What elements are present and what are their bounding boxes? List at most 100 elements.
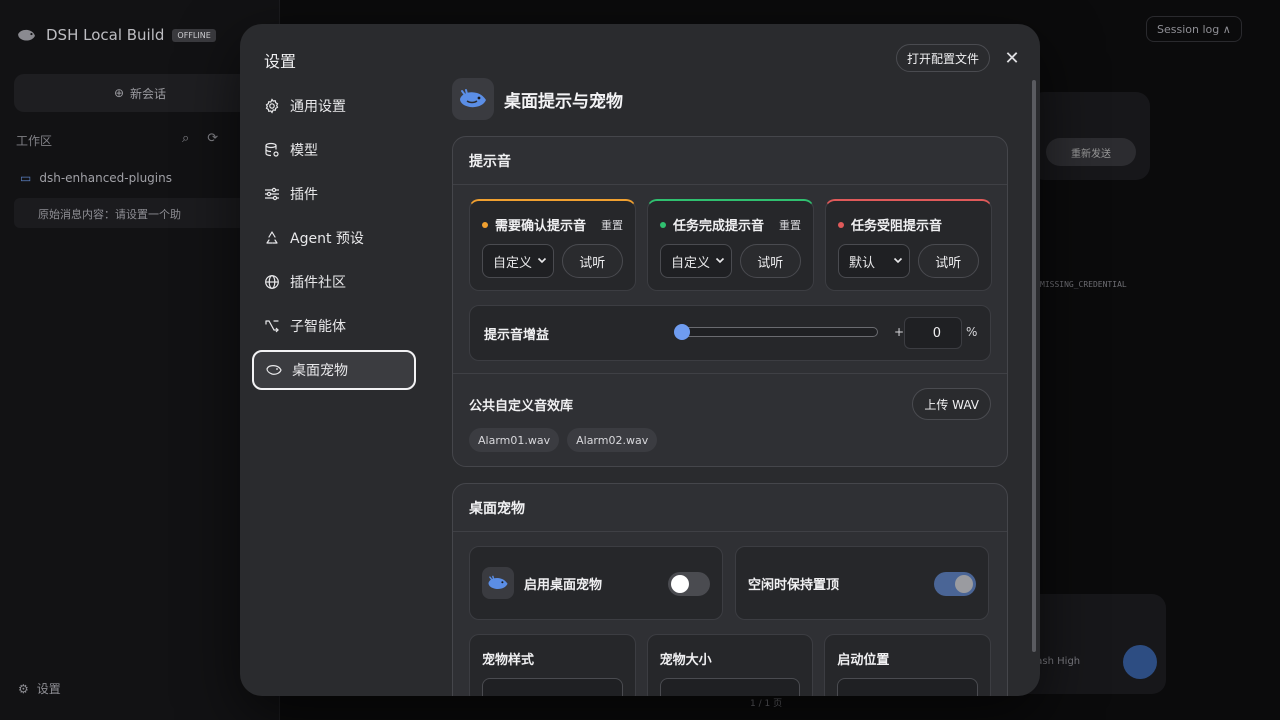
- page-title: 桌面提示与宠物: [504, 91, 623, 112]
- bg-new-chat-button: ⊕ 新会话: [14, 74, 266, 112]
- bg-credential-text: MISSING_CREDENTIAL: [1040, 280, 1127, 289]
- sound-card-blocked: 任务受阻提示音 默认 试听: [825, 199, 992, 291]
- pet-position-select[interactable]: [837, 678, 979, 696]
- nav-item-model[interactable]: 模型: [252, 130, 416, 170]
- recycle-icon: [264, 230, 280, 246]
- sound-select-value: 自定义: [493, 255, 533, 271]
- status-dot: [660, 221, 666, 228]
- bg-brand-name: DSH Local Build: [46, 26, 165, 44]
- sound-select[interactable]: 默认: [838, 244, 910, 278]
- sound-card-complete: 任务完成提示音 重置 自定义 试听: [647, 199, 814, 291]
- nav-item-agent-preset[interactable]: Agent 预设: [252, 218, 416, 258]
- keep-top-label: 空闲时保持置顶: [748, 577, 840, 593]
- whale-logo-icon: [482, 567, 514, 599]
- pet-option-label: 宠物大小: [659, 653, 712, 668]
- pet-section: 桌面宠物 启用桌面宠物 空闲时保持置顶 宠物样式 宠物大小 启动位置: [452, 483, 1008, 696]
- bg-new-chat-label: 新会话: [130, 86, 167, 101]
- enable-pet-card: 启用桌面宠物: [469, 546, 723, 620]
- chevron-down-icon: [715, 257, 724, 264]
- sound-file-chip[interactable]: Alarm01.wav: [469, 428, 560, 452]
- listen-button[interactable]: 试听: [739, 244, 801, 278]
- gear-icon: ⚙: [18, 681, 29, 696]
- search-icon: ⌕: [182, 131, 190, 146]
- nav-item-subagents[interactable]: 子智能体: [252, 306, 416, 346]
- bg-sidebar: DSH Local Build OFFLINE ⊕ 新会话 工作区 ⌕ ⟳ ▭ …: [0, 0, 280, 720]
- bg-session-item: 原始消息内容：请设置一个助: [14, 198, 266, 228]
- sound-section-body: 需要确认提示音 重置 自定义 试听 任务完成提示音 重置 自定义 试听 任务受阻…: [453, 185, 1007, 373]
- sound-library-title: 公共自定义音效库: [469, 398, 574, 414]
- keep-top-card: 空闲时保持置顶: [735, 546, 989, 620]
- bg-folder-label: dsh-enhanced-plugins: [39, 171, 172, 185]
- reset-button[interactable]: 重置: [779, 217, 801, 233]
- sound-library: 公共自定义音效库 上传 WAV Alarm01.wav Alarm02.wav: [453, 373, 1007, 466]
- pet-options: 宠物样式 宠物大小 启动位置: [469, 634, 992, 696]
- sound-file-chip[interactable]: Alarm02.wav: [567, 428, 658, 452]
- gain-label: 提示音增益: [484, 327, 550, 343]
- branch-icon: [264, 318, 280, 334]
- bg-message-card: [1030, 92, 1150, 180]
- nav-label: 子智能体: [290, 319, 346, 335]
- sound-card-header: 需要确认提示音 重置: [482, 215, 623, 234]
- scrollbar[interactable]: [1032, 80, 1036, 652]
- pet-size-select[interactable]: [659, 678, 801, 696]
- gain-input[interactable]: 0: [904, 317, 962, 349]
- nav-label: 桌面宠物: [292, 363, 348, 379]
- sound-card-header: 任务完成提示音 重置: [660, 215, 801, 234]
- gain-slider[interactable]: [674, 324, 878, 340]
- nav-label: 插件社区: [290, 275, 346, 291]
- pet-option-label: 启动位置: [837, 653, 890, 668]
- keep-top-toggle[interactable]: [934, 572, 976, 596]
- bg-pager: 1 / 1 页: [750, 699, 783, 709]
- toggle-knob: [955, 575, 973, 593]
- enable-pet-toggle[interactable]: [668, 572, 710, 596]
- page-header: 桌面提示与宠物: [452, 78, 1008, 120]
- pet-toggles: 启用桌面宠物 空闲时保持置顶: [469, 546, 991, 620]
- nav-item-plugin-community[interactable]: 插件社区: [252, 262, 416, 302]
- whale-logo-icon: [452, 78, 494, 120]
- bg-folder-item: ▭ dsh-enhanced-plugins: [20, 171, 172, 185]
- bg-brand: DSH Local Build OFFLINE: [16, 26, 216, 44]
- folder-icon: ▭: [20, 171, 32, 185]
- open-config-button[interactable]: 打开配置文件: [896, 44, 991, 72]
- gear-icon: [264, 98, 280, 114]
- sound-select[interactable]: 自定义: [482, 244, 554, 278]
- sliders-icon: [264, 186, 280, 202]
- listen-button[interactable]: 试听: [561, 244, 623, 278]
- nav-label: Agent 预设: [290, 231, 364, 247]
- sound-card-title: 任务受阻提示音: [851, 219, 943, 234]
- close-icon[interactable]: ✕: [1000, 48, 1024, 69]
- sound-select[interactable]: 自定义: [660, 244, 732, 278]
- upload-wav-button[interactable]: 上传 WAV: [912, 388, 991, 420]
- bg-workspace-label: 工作区: [16, 134, 53, 148]
- globe-icon: [264, 274, 280, 290]
- refresh-icon: ⟳: [207, 131, 219, 146]
- sound-file-list: Alarm01.wav Alarm02.wav: [469, 428, 991, 452]
- sound-card-controls: 自定义 试听: [660, 244, 801, 278]
- sound-card-header: 任务受阻提示音: [838, 215, 979, 234]
- reset-button[interactable]: 重置: [601, 217, 623, 233]
- settings-modal: 设置 打开配置文件 ✕ 通用设置 模型 插件 Agent 预设 插件社区 子智能…: [240, 24, 1040, 696]
- database-icon: [264, 142, 280, 158]
- settings-nav: 通用设置 模型 插件 Agent 预设 插件社区 子智能体 桌面宠物: [252, 86, 416, 394]
- sound-select-value: 自定义: [671, 255, 711, 271]
- bg-workspace-icons: ⌕ ⟳: [182, 131, 218, 146]
- bg-session-log-label: Session log: [1157, 22, 1220, 36]
- pet-option-label: 宠物样式: [482, 653, 535, 668]
- bg-settings-item: ⚙ 设置: [18, 680, 61, 697]
- sound-card-controls: 默认 试听: [838, 244, 979, 278]
- pet-style-select[interactable]: [482, 678, 623, 696]
- slider-thumb[interactable]: [674, 324, 690, 340]
- listen-button[interactable]: 试听: [917, 244, 979, 278]
- settings-content: 桌面提示与宠物 提示音 需要确认提示音 重置 自定义 试听 任务完成提示音 重置…: [452, 78, 1008, 696]
- nav-item-desktop-pet[interactable]: 桌面宠物: [252, 350, 416, 390]
- bg-resend-button: 重新发送: [1046, 138, 1136, 166]
- sound-card-title: 任务完成提示音: [673, 219, 765, 234]
- enable-pet-label: 启用桌面宠物: [524, 577, 603, 593]
- sound-library-header: 公共自定义音效库 上传 WAV: [469, 388, 991, 420]
- nav-item-plugins[interactable]: 插件: [252, 174, 416, 214]
- nav-item-general[interactable]: 通用设置: [252, 86, 416, 126]
- sound-cards: 需要确认提示音 重置 自定义 试听 任务完成提示音 重置 自定义 试听 任务受阻…: [469, 199, 992, 291]
- whale-logo-icon: [18, 29, 35, 41]
- plus-circle-icon: ⊕: [113, 86, 125, 100]
- sound-card-confirm: 需要确认提示音 重置 自定义 试听: [469, 199, 636, 291]
